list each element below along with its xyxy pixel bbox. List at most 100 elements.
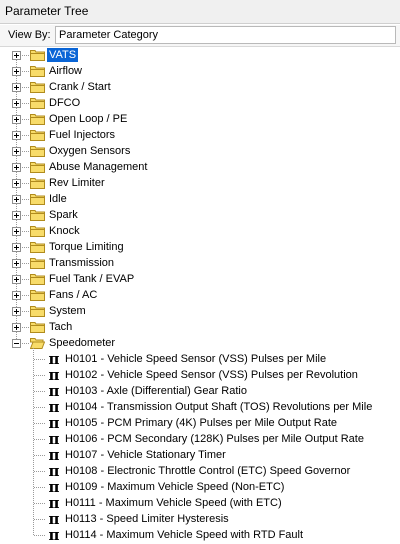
tree-item-label[interactable]: DFCO xyxy=(47,96,82,110)
parameter-item[interactable]: π H0103 - Axle (Differential) Gear Ratio xyxy=(0,383,400,399)
tree-item-torque-limiting[interactable]: Torque Limiting xyxy=(0,239,400,255)
expand-icon[interactable] xyxy=(12,131,21,140)
tree-connector-line xyxy=(34,535,45,536)
expand-icon[interactable] xyxy=(12,115,21,124)
tree-item-label[interactable]: Knock xyxy=(47,224,82,238)
tree-item-fuel-tank-evap[interactable]: Fuel Tank / EVAP xyxy=(0,271,400,287)
tree-item-label[interactable]: Abuse Management xyxy=(47,160,149,174)
parameter-label[interactable]: H0106 - PCM Secondary (128K) Pulses per … xyxy=(65,432,364,446)
view-by-bar: View By: Parameter Category xyxy=(0,25,400,46)
tree-item-label[interactable]: VATS xyxy=(47,48,79,62)
pi-icon: π xyxy=(48,414,60,432)
tree-item-open-loop-pe[interactable]: Open Loop / PE xyxy=(0,111,400,127)
parameter-item[interactable]: π H0109 - Maximum Vehicle Speed (Non-ETC) xyxy=(0,479,400,495)
folder-icon xyxy=(30,113,45,125)
expand-icon[interactable] xyxy=(12,67,21,76)
tree-item-label[interactable]: Open Loop / PE xyxy=(47,112,129,126)
expand-icon[interactable] xyxy=(12,323,21,332)
parameter-item[interactable]: π H0105 - PCM Primary (4K) Pulses per Mil… xyxy=(0,415,400,431)
tree-connector-line xyxy=(34,359,45,360)
folder-icon xyxy=(30,129,45,141)
tree-item-dfco[interactable]: DFCO xyxy=(0,95,400,111)
parameter-label[interactable]: H0114 - Maximum Vehicle Speed with RTD F… xyxy=(65,528,303,542)
tree-item-label[interactable]: Rev Limiter xyxy=(47,176,107,190)
folder-icon xyxy=(30,273,45,285)
expand-icon[interactable] xyxy=(12,179,21,188)
tree-item-rev-limiter[interactable]: Rev Limiter xyxy=(0,175,400,191)
expand-icon[interactable] xyxy=(12,227,21,236)
parameter-item[interactable]: π H0108 - Electronic Throttle Control (ET… xyxy=(0,463,400,479)
view-by-select[interactable]: Parameter Category xyxy=(55,26,396,44)
folder-icon xyxy=(30,209,45,221)
parameter-label[interactable]: H0111 - Maximum Vehicle Speed (with ETC) xyxy=(65,496,282,510)
tree-item-tach[interactable]: Tach xyxy=(0,319,400,335)
tree-item-oxygen-sensors[interactable]: Oxygen Sensors xyxy=(0,143,400,159)
tree-item-speedometer[interactable]: Speedometer xyxy=(0,335,400,351)
expand-icon[interactable] xyxy=(12,275,21,284)
parameter-item[interactable]: π H0107 - Vehicle Stationary Timer xyxy=(0,447,400,463)
tree-item-vats[interactable]: VATS xyxy=(0,47,400,63)
tree-item-abuse-management[interactable]: Abuse Management xyxy=(0,159,400,175)
tree-item-label[interactable]: Transmission xyxy=(47,256,116,270)
tree-item-label[interactable]: Fuel Injectors xyxy=(47,128,117,142)
collapse-icon[interactable] xyxy=(12,339,21,348)
tree-item-knock[interactable]: Knock xyxy=(0,223,400,239)
parameter-label[interactable]: H0102 - Vehicle Speed Sensor (VSS) Pulse… xyxy=(65,368,358,382)
tree-item-label[interactable]: Idle xyxy=(47,192,69,206)
expand-icon[interactable] xyxy=(12,307,21,316)
parameter-label[interactable]: H0113 - Speed Limiter Hysteresis xyxy=(65,512,229,526)
expand-icon[interactable] xyxy=(12,99,21,108)
tree-item-idle[interactable]: Idle xyxy=(0,191,400,207)
expand-icon[interactable] xyxy=(12,51,21,60)
parameter-label[interactable]: H0108 - Electronic Throttle Control (ETC… xyxy=(65,464,350,478)
tree-item-label[interactable]: Fuel Tank / EVAP xyxy=(47,272,136,286)
pi-icon: π xyxy=(48,382,60,400)
expand-icon[interactable] xyxy=(12,163,21,172)
tree-item-system[interactable]: System xyxy=(0,303,400,319)
expand-icon[interactable] xyxy=(12,243,21,252)
expand-icon[interactable] xyxy=(12,195,21,204)
expand-icon[interactable] xyxy=(12,259,21,268)
parameter-label[interactable]: H0101 - Vehicle Speed Sensor (VSS) Pulse… xyxy=(65,352,326,366)
tree-item-label[interactable]: Crank / Start xyxy=(47,80,113,94)
parameter-item[interactable]: π H0104 - Transmission Output Shaft (TOS)… xyxy=(0,399,400,415)
pi-icon: π xyxy=(48,494,60,512)
expand-icon[interactable] xyxy=(12,291,21,300)
parameter-label[interactable]: H0103 - Axle (Differential) Gear Ratio xyxy=(65,384,247,398)
pi-icon: π xyxy=(48,510,60,528)
tree-connector-line xyxy=(34,439,45,440)
tree-item-fans-ac[interactable]: Fans / AC xyxy=(0,287,400,303)
parameter-item[interactable]: π H0106 - PCM Secondary (128K) Pulses per… xyxy=(0,431,400,447)
tree-item-fuel-injectors[interactable]: Fuel Injectors xyxy=(0,127,400,143)
parameter-label[interactable]: H0105 - PCM Primary (4K) Pulses per Mile… xyxy=(65,416,337,430)
tree-item-label[interactable]: Airflow xyxy=(47,64,84,78)
parameter-label[interactable]: H0104 - Transmission Output Shaft (TOS) … xyxy=(65,400,372,414)
pi-icon: π xyxy=(48,366,60,384)
parameter-item[interactable]: π H0113 - Speed Limiter Hysteresis xyxy=(0,511,400,527)
parameter-item[interactable]: π H0111 - Maximum Vehicle Speed (with ETC… xyxy=(0,495,400,511)
tree-item-label[interactable]: Oxygen Sensors xyxy=(47,144,132,158)
tree-item-label[interactable]: Fans / AC xyxy=(47,288,99,302)
tree-item-transmission[interactable]: Transmission xyxy=(0,255,400,271)
tree-item-spark[interactable]: Spark xyxy=(0,207,400,223)
tree-item-label[interactable]: Spark xyxy=(47,208,80,222)
parameter-item[interactable]: π H0114 - Maximum Vehicle Speed with RTD … xyxy=(0,527,400,543)
folder-icon xyxy=(30,305,45,317)
parameter-item[interactable]: π H0102 - Vehicle Speed Sensor (VSS) Puls… xyxy=(0,367,400,383)
expand-icon[interactable] xyxy=(12,83,21,92)
expand-icon[interactable] xyxy=(12,211,21,220)
folder-icon xyxy=(30,65,45,77)
parameter-label[interactable]: H0107 - Vehicle Stationary Timer xyxy=(65,448,226,462)
tree-item-label[interactable]: Speedometer xyxy=(47,336,117,350)
folder-icon xyxy=(30,161,45,173)
expand-icon[interactable] xyxy=(12,147,21,156)
parameter-label[interactable]: H0109 - Maximum Vehicle Speed (Non-ETC) xyxy=(65,480,284,494)
pi-icon: π xyxy=(48,430,60,448)
tree-item-label[interactable]: Tach xyxy=(47,320,74,334)
tree-item-label[interactable]: Torque Limiting xyxy=(47,240,126,254)
tree-item-crank-start[interactable]: Crank / Start xyxy=(0,79,400,95)
tree-item-label[interactable]: System xyxy=(47,304,88,318)
pi-icon: π xyxy=(48,526,60,544)
tree-item-airflow[interactable]: Airflow xyxy=(0,63,400,79)
parameter-item[interactable]: π H0101 - Vehicle Speed Sensor (VSS) Puls… xyxy=(0,351,400,367)
